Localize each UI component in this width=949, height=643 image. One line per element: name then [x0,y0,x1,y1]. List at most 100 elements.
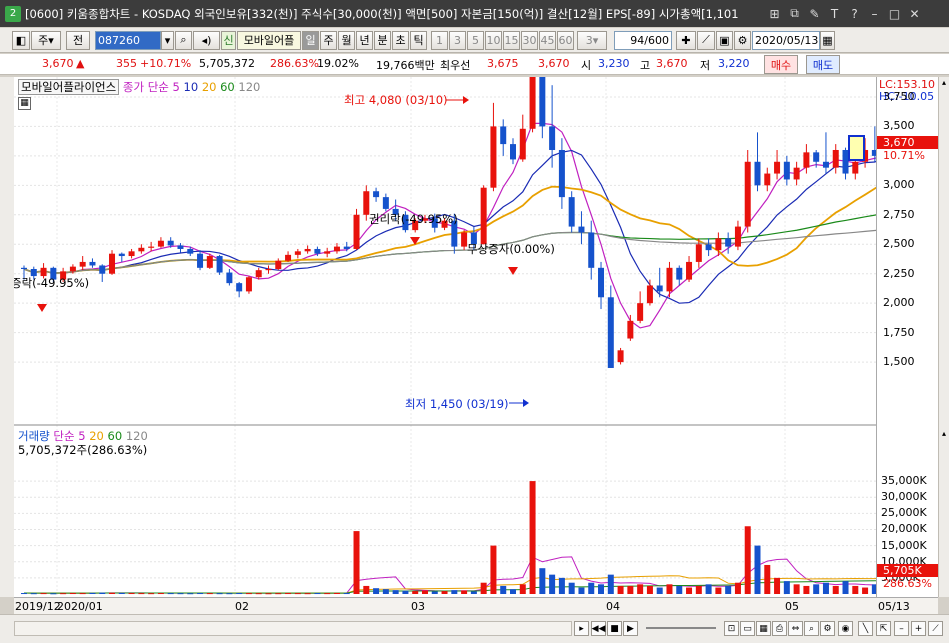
gear-icon[interactable]: ⚙ [734,30,751,50]
restore-icon[interactable]: ⧉ [786,5,803,22]
interval-60[interactable]: 60 [557,30,574,50]
shrink-icon[interactable]: ⇱ [876,621,891,636]
interval-45[interactable]: 45 [539,30,556,50]
save-icon[interactable]: ▣ [716,30,733,50]
candle-body [754,161,761,186]
zoom-box-icon[interactable]: ⊡ [724,621,739,636]
interval-15[interactable]: 15 [503,30,520,50]
volume-bar [324,593,331,595]
calendar-icon[interactable]: ▦ [820,30,835,50]
play-icon[interactable]: ▶ [623,621,638,636]
price-tick-label: 3,500 [883,119,915,133]
vol-ma120-legend: 120 [125,429,148,443]
tf-day[interactable]: 일 [302,30,319,50]
close-icon[interactable]: ✕ [906,5,923,22]
price-axis[interactable]: LC:153.10 HC:-10.05 1,500 1,750 2,000 2,250… [876,77,939,597]
interval-3[interactable]: 3 [449,30,466,50]
print-icon[interactable]: ⎙ [772,621,787,636]
volume-bar [412,591,419,594]
magnify-icon[interactable]: ⌕ [804,621,819,636]
link-icon[interactable]: ⊞ [766,5,783,22]
tf-minute[interactable]: 분 [374,30,391,50]
tf-week[interactable]: 주 [320,30,337,50]
font-icon[interactable]: T [826,5,843,22]
interval-10[interactable]: 10 [485,30,502,50]
ma20-legend: 20 [201,80,217,94]
candle-body [656,285,663,292]
grid-icon[interactable]: ▦ [756,621,771,636]
volume-bar [285,593,292,595]
candle-body [265,268,272,271]
interval-combo[interactable]: 3 ▾ [577,30,607,50]
vol-ma-label: 단순 [53,429,75,443]
tf-second[interactable]: 초 [392,30,409,50]
volume-bar [21,593,27,595]
sell-button[interactable]: 매도 [806,55,840,74]
analysis-icon[interactable]: ◉ [838,621,853,636]
minimize-icon[interactable]: – [866,5,883,22]
candle-count-field[interactable]: 94/600 [614,30,672,50]
draw-icon[interactable]: ⟋ [697,30,715,50]
volume-tick-label: 25,000K [881,506,927,520]
zoom-out-icon[interactable]: – [894,621,909,636]
buy-button[interactable]: 매수 [764,55,798,74]
tf-month[interactable]: 월 [338,30,355,50]
chart-grid [14,77,876,597]
candle-body [138,247,145,252]
speed-slider[interactable] [646,627,716,629]
stock-legend-name[interactable]: 모바일어플라이언스 [18,79,120,95]
scroll-right-icon[interactable]: ▸ [574,621,589,636]
candle-body [627,320,634,339]
tf-year[interactable]: 년 [356,30,373,50]
settings-icon[interactable]: ⚙ [820,621,835,636]
interval-5[interactable]: 5 [467,30,484,50]
candle-body [734,226,741,247]
interval-1[interactable]: 1 [431,30,448,50]
prev-button[interactable]: 전 [66,30,90,50]
volume-rate: 286.63% [270,57,319,70]
stock-code-input[interactable]: 087260 [95,30,161,50]
sound-icon[interactable]: ◂) [193,30,220,50]
line-tool-icon[interactable]: ╲ [858,621,873,636]
date-tick-label: 02 [235,600,249,613]
candle-body [128,251,135,257]
interval-30[interactable]: 30 [521,30,538,50]
volume-bar [363,585,370,594]
zoom-in-icon[interactable]: + [911,621,926,636]
stock-name-field: 모바일어플 [237,30,301,50]
horizontal-scrollbar[interactable] [14,621,572,636]
date-input[interactable]: 2020/05/13 [752,30,820,50]
volume-value: 5,705,372 [199,57,255,70]
price-volume-chart[interactable]: 최고 4,080 (03/10) 최저 1,450 (03/19) 권리락(-49.… [11,55,947,597]
bonus-marker [508,267,518,275]
volume-bar [187,593,194,595]
period-unit-select[interactable]: 주 ▾ [31,30,61,50]
collapse-up-icon[interactable]: ▴ [939,78,949,88]
pin-icon[interactable]: ✎ [806,5,823,22]
help-icon[interactable]: ? [846,5,863,22]
quote-bar: 3,670 ▲ 355 +10.71% 5,705,372 286.63% 19… [0,54,949,75]
expand-icon[interactable]: ⟋ [928,621,943,636]
candle-body [89,261,96,266]
code-dropdown-icon[interactable]: ▾ [161,30,174,50]
table-icon[interactable]: ▦ [18,97,31,110]
collapse-down-icon[interactable]: ▴ [939,429,949,439]
tools-icon[interactable]: ✚ [676,30,696,50]
stop-icon[interactable]: ■ [607,621,622,636]
volume-bar [695,585,702,594]
volume-bar [676,585,683,594]
candle-body [285,254,292,261]
candle-body [744,161,751,227]
window-icon[interactable]: ▭ [740,621,755,636]
tf-tick[interactable]: 틱 [410,30,427,50]
volume-bar [793,584,800,594]
search-icon[interactable]: ⌕ [175,30,192,50]
candle-body [617,350,624,363]
rewind-icon[interactable]: ◀◀ [591,621,606,636]
chart-area[interactable]: 최고 4,080 (03/10) 최저 1,450 (03/19) 권리락(-49.… [11,55,947,597]
vertical-scrollbar[interactable]: ▴ ▴ [938,77,949,597]
window-titlebar: 2 [0600] 키움종합차트 - KOSDAQ 외국인보유[332(천)] 주… [0,0,949,27]
fit-icon[interactable]: ⇔ [788,621,803,636]
layout-icon[interactable]: ◧ [12,30,30,50]
maximize-icon[interactable]: □ [886,5,903,22]
